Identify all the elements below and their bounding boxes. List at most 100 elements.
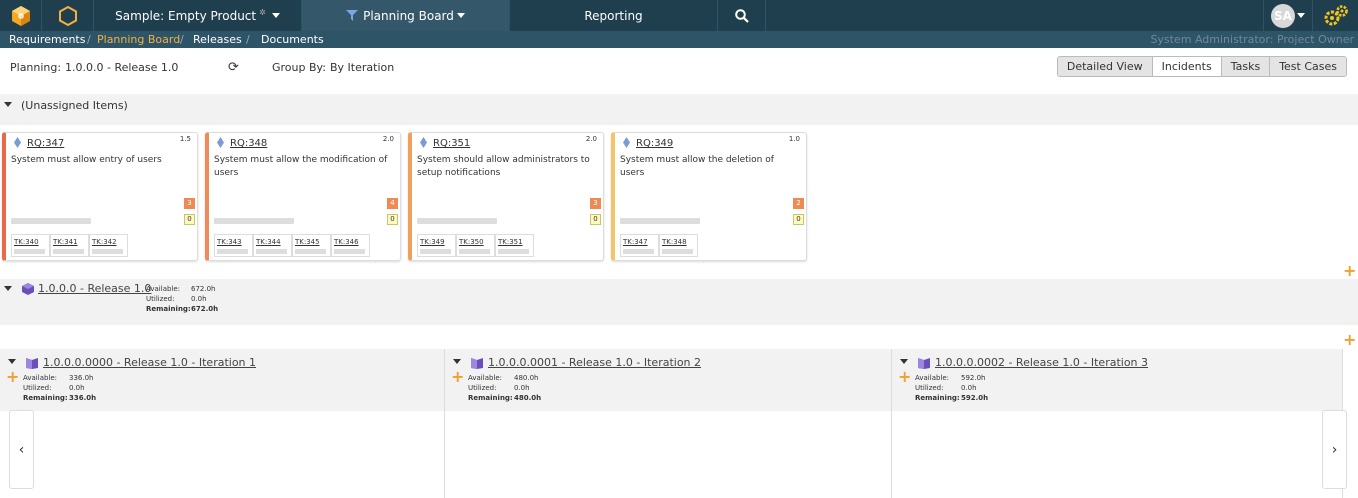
requirement-card[interactable]: RQ:348 2.0 System must allow the modificat… [205,132,401,261]
test-count-badge[interactable]: 0 [590,214,601,225]
iteration-utilized-label: Utilized: [23,384,52,392]
test-count-badge[interactable]: 0 [387,214,398,225]
requirement-card[interactable]: RQ:351 2.0 System should allow administrat… [408,132,604,261]
collapse-triangle-icon[interactable] [4,286,12,291]
task-id[interactable]: TK:344 [256,238,291,246]
add-iteration-plus-icon[interactable]: + [1343,332,1356,348]
story-points: 2.0 [585,135,597,143]
iteration-available-label: Available: [468,374,503,382]
product-selector[interactable]: Sample: Empty Product ✲ [94,0,302,31]
task-chip[interactable]: TK:341 [50,234,89,257]
requirement-id-link[interactable]: RQ:351 [433,138,470,149]
incident-count-badge[interactable]: 3 [590,198,601,209]
planning-board-menu[interactable]: Planning Board [302,0,510,31]
task-progress-bar [217,249,248,254]
task-chip[interactable]: TK:350 [456,234,495,257]
breadcrumb-documents[interactable]: Documents [261,33,324,46]
incident-count-badge[interactable]: 2 [793,198,804,209]
iteration-remaining-label: Remaining: [468,394,513,402]
requirement-diamond-icon [217,137,224,148]
requirement-progress-bar [417,218,497,224]
task-id[interactable]: TK:341 [53,238,88,246]
add-to-iteration-plus-icon[interactable]: + [898,369,911,385]
release-link[interactable]: 1.0.0.0 - Release 1.0 [38,282,151,295]
workspace-hexagon-button[interactable] [42,0,94,31]
task-list: TK:349 TK:350 TK:351 [417,234,534,257]
search-button[interactable] [718,0,766,31]
iteration-icon [471,358,483,369]
task-id[interactable]: TK:346 [334,238,369,246]
task-chip[interactable]: TK:346 [331,234,370,257]
planning-board-label: Planning Board [363,8,454,23]
user-menu[interactable]: SA [1263,0,1313,31]
iteration-header: 1.0.0.0.0001 - Release 1.0 - Iteration 2… [445,349,892,411]
task-id[interactable]: TK:340 [14,238,49,246]
group-by-selector[interactable]: By Iteration [330,61,394,74]
collapse-triangle-icon[interactable] [4,102,12,107]
incident-count-badge[interactable]: 4 [387,198,398,209]
scroll-right-button[interactable]: › [1322,410,1347,489]
breadcrumb-planning-board[interactable]: Planning Board [97,33,180,46]
collapse-triangle-icon[interactable] [900,359,908,364]
iteration-drop-zone[interactable] [445,411,892,498]
collapse-triangle-icon[interactable] [8,359,16,364]
breadcrumb-releases[interactable]: Releases [193,33,242,46]
reporting-menu[interactable]: Reporting [510,0,718,31]
add-item-plus-icon[interactable]: + [1343,263,1356,279]
task-chip[interactable]: TK:342 [89,234,128,257]
task-chip[interactable]: TK:349 [417,234,456,257]
incident-count-badge[interactable]: 3 [184,198,195,209]
task-id[interactable]: TK:348 [662,238,697,246]
admin-settings-button[interactable] [1313,0,1358,31]
requirement-card[interactable]: RQ:349 1.0 System must allow the deletion … [611,132,807,261]
requirement-id-link[interactable]: RQ:347 [27,138,64,149]
add-to-iteration-plus-icon[interactable]: + [6,369,19,385]
iteration-remaining-value: 592.0h [961,394,989,402]
collapse-triangle-icon[interactable] [453,359,461,364]
planning-release-selector[interactable]: 1.0.0.0 - Release 1.0 [65,61,178,74]
iteration-link[interactable]: 1.0.0.0.0000 - Release 1.0 - Iteration 1 [43,356,256,369]
task-id[interactable]: TK:350 [459,238,494,246]
task-id[interactable]: TK:349 [420,238,455,246]
task-progress-bar [623,249,654,254]
task-chip[interactable]: TK:348 [659,234,698,257]
iteration-available-value: 592.0h [961,374,986,382]
add-to-iteration-plus-icon[interactable]: + [451,369,464,385]
requirement-id-link[interactable]: RQ:349 [636,138,673,149]
task-chip[interactable]: TK:347 [620,234,659,257]
iteration-link[interactable]: 1.0.0.0.0002 - Release 1.0 - Iteration 3 [935,356,1148,369]
iteration-utilized-label: Utilized: [468,384,497,392]
requirement-card[interactable]: RQ:347 1.5 System must allow entry of user… [2,132,198,261]
test-cases-button[interactable]: Test Cases [1270,57,1346,76]
app-logo[interactable] [0,0,42,31]
task-chip[interactable]: TK:345 [292,234,331,257]
filter-funnel-icon [346,10,359,21]
iteration-icon [26,358,38,369]
task-id[interactable]: TK:351 [498,238,533,246]
iteration-drop-zone[interactable] [892,411,1343,498]
task-id[interactable]: TK:345 [295,238,330,246]
top-navigation-bar: Sample: Empty Product ✲ Planning Board R… [0,0,1358,31]
requirement-id-link[interactable]: RQ:348 [230,138,267,149]
detailed-view-button[interactable]: Detailed View [1057,57,1153,76]
incidents-button[interactable]: Incidents [1152,57,1222,76]
avatar: SA [1271,3,1295,28]
task-id[interactable]: TK:343 [217,238,252,246]
refresh-icon[interactable]: ⟳ [228,60,239,75]
scroll-left-button[interactable]: ‹ [9,410,34,489]
breadcrumb-requirements[interactable]: Requirements [9,33,85,46]
iteration-drop-zone[interactable] [0,411,445,498]
task-chip[interactable]: TK:344 [253,234,292,257]
task-id[interactable]: TK:342 [92,238,127,246]
test-count-badge[interactable]: 0 [184,214,195,225]
breadcrumb-separator: / [87,33,91,46]
task-chip[interactable]: TK:343 [214,234,253,257]
task-chip[interactable]: TK:351 [495,234,534,257]
task-progress-bar [53,249,84,254]
test-count-badge[interactable]: 0 [793,214,804,225]
iteration-link[interactable]: 1.0.0.0.0001 - Release 1.0 - Iteration 2 [488,356,701,369]
task-chip[interactable]: TK:340 [11,234,50,257]
task-id[interactable]: TK:347 [623,238,658,246]
task-progress-bar [459,249,490,254]
tasks-button[interactable]: Tasks [1221,57,1271,76]
